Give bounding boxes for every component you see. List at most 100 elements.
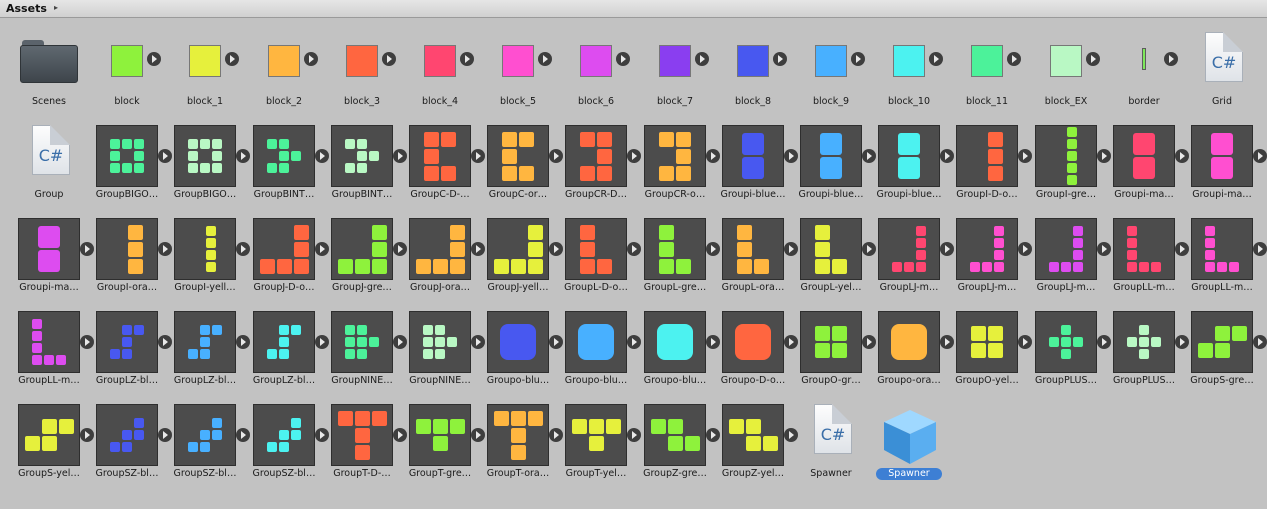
expand-play-icon[interactable]: [304, 52, 318, 66]
asset-item-swatch[interactable]: block_8: [714, 30, 792, 112]
asset-item-swatch[interactable]: block_11: [948, 30, 1026, 112]
asset-item-tile[interactable]: GroupL-yel…: [792, 216, 876, 298]
expand-play-icon[interactable]: [851, 52, 865, 66]
expand-play-icon[interactable]: [538, 52, 552, 66]
asset-item-script[interactable]: C# Group: [10, 123, 88, 205]
asset-item-tile[interactable]: GroupJ-ora…: [401, 216, 485, 298]
expand-play-icon[interactable]: [1253, 335, 1267, 349]
asset-item-tile[interactable]: GroupBIGO…: [88, 123, 172, 205]
asset-item-tile[interactable]: GroupLJ-m…: [1027, 216, 1111, 298]
expand-play-icon[interactable]: [1164, 52, 1178, 66]
asset-item-tile[interactable]: GroupL-D-o…: [557, 216, 641, 298]
asset-item-tile[interactable]: GroupLL-m…: [1183, 216, 1267, 298]
expand-play-icon[interactable]: [1253, 242, 1267, 256]
asset-item-tile[interactable]: GroupLZ-bl…: [245, 309, 329, 391]
asset-item-tile[interactable]: GroupS-gre…: [1183, 309, 1267, 391]
asset-item-tile[interactable]: GroupLJ-m…: [870, 216, 954, 298]
block-cell: [279, 163, 289, 173]
asset-item-tile[interactable]: Groupi-ma…: [10, 216, 94, 298]
asset-item-tile[interactable]: Groupo-blu…: [636, 309, 720, 391]
asset-item-tile[interactable]: GroupNINE…: [323, 309, 407, 391]
asset-item-tile[interactable]: GroupC-or…: [479, 123, 563, 205]
asset-item-tile[interactable]: Groupi-blue…: [792, 123, 876, 205]
block-cell: [737, 225, 752, 240]
asset-item-swatch[interactable]: block_9: [792, 30, 870, 112]
asset-thumbnail: [174, 311, 250, 373]
asset-item-tile[interactable]: GroupI-D-o…: [948, 123, 1032, 205]
asset-item-tile[interactable]: GroupLJ-m…: [948, 216, 1032, 298]
asset-item-tile[interactable]: GroupBIGO…: [166, 123, 250, 205]
asset-item-tile[interactable]: GroupC-D-…: [401, 123, 485, 205]
asset-item-tile[interactable]: GroupJ-gre…: [323, 216, 407, 298]
asset-item-tile[interactable]: GroupCR-D…: [557, 123, 641, 205]
asset-item-tile[interactable]: GroupNINE…: [401, 309, 485, 391]
asset-item-swatch[interactable]: block_2: [245, 30, 323, 112]
asset-label: GroupL-yel…: [800, 282, 862, 293]
asset-item-tile[interactable]: GroupI-yell…: [166, 216, 250, 298]
asset-item-tile[interactable]: Groupi-ma…: [1105, 123, 1189, 205]
asset-item-tile[interactable]: GroupPLUS…: [1105, 309, 1189, 391]
expand-play-icon[interactable]: [460, 52, 474, 66]
expand-play-icon[interactable]: [1253, 149, 1267, 163]
expand-play-icon[interactable]: [773, 52, 787, 66]
asset-item-swatch[interactable]: block_3: [323, 30, 401, 112]
block-cell: [1215, 326, 1230, 341]
asset-item-tile[interactable]: GroupCR-o…: [636, 123, 720, 205]
asset-item-swatch[interactable]: block_10: [870, 30, 948, 112]
expand-play-icon[interactable]: [225, 52, 239, 66]
asset-item-tile[interactable]: GroupJ-yell…: [479, 216, 563, 298]
asset-item-tile[interactable]: GroupLZ-bl…: [166, 309, 250, 391]
asset-item-prefab[interactable]: Spawner: [870, 402, 948, 484]
asset-item-tile[interactable]: GroupT-D-…: [323, 402, 407, 484]
asset-item-tile[interactable]: GroupO-yel…: [948, 309, 1032, 391]
asset-item-tile[interactable]: Groupi-blue…: [870, 123, 954, 205]
asset-item-tile[interactable]: GroupS-yel…: [10, 402, 94, 484]
asset-item-swatch[interactable]: block_6: [557, 30, 635, 112]
expand-play-icon[interactable]: [695, 52, 709, 66]
asset-item-tile[interactable]: GroupSZ-bl…: [166, 402, 250, 484]
asset-item-script[interactable]: C# Spawner: [792, 402, 870, 484]
asset-item-border[interactable]: border: [1105, 30, 1183, 112]
asset-item-swatch[interactable]: block_4: [401, 30, 479, 112]
asset-item-tile[interactable]: GroupBINT…: [323, 123, 407, 205]
asset-item-tile[interactable]: GroupSZ-bl…: [88, 402, 172, 484]
asset-item-tile[interactable]: Groupi-ma…: [1183, 123, 1267, 205]
breadcrumb-assets[interactable]: Assets: [6, 2, 47, 15]
asset-item-tile[interactable]: GroupI-gre…: [1027, 123, 1111, 205]
expand-play-icon[interactable]: [929, 52, 943, 66]
asset-item-tile[interactable]: GroupT-gre…: [401, 402, 485, 484]
asset-item-tile[interactable]: GroupJ-D-o…: [245, 216, 329, 298]
asset-item-tile[interactable]: GroupT-yel…: [557, 402, 641, 484]
asset-item-tile[interactable]: GroupL-gre…: [636, 216, 720, 298]
asset-label: GroupLJ-m…: [879, 282, 939, 293]
asset-item-tile[interactable]: GroupPLUS…: [1027, 309, 1111, 391]
asset-item-tile[interactable]: GroupI-ora…: [88, 216, 172, 298]
asset-item-tile[interactable]: GroupZ-yel…: [714, 402, 798, 484]
expand-play-icon[interactable]: [1086, 52, 1100, 66]
expand-play-icon[interactable]: [616, 52, 630, 66]
asset-item-tile[interactable]: Groupo-blu…: [479, 309, 563, 391]
asset-item-tile[interactable]: GroupL-ora…: [714, 216, 798, 298]
asset-item-tile[interactable]: GroupLL-m…: [10, 309, 94, 391]
asset-item-script[interactable]: C# Grid: [1183, 30, 1261, 112]
asset-item-tile[interactable]: GroupZ-gre…: [636, 402, 720, 484]
asset-item-tile[interactable]: GroupBINT…: [245, 123, 329, 205]
expand-play-icon[interactable]: [147, 52, 161, 66]
expand-play-icon[interactable]: [1007, 52, 1021, 66]
asset-item-tile[interactable]: GroupLL-m…: [1105, 216, 1189, 298]
asset-item-tile[interactable]: Groupo-ora…: [870, 309, 954, 391]
expand-play-icon[interactable]: [382, 52, 396, 66]
asset-item-tile[interactable]: GroupSZ-bl…: [245, 402, 329, 484]
asset-item-tile[interactable]: Groupi-blue…: [714, 123, 798, 205]
asset-item-swatch[interactable]: block_EX: [1027, 30, 1105, 112]
asset-item-tile[interactable]: GroupT-ora…: [479, 402, 563, 484]
asset-item-tile[interactable]: GroupLZ-bl…: [88, 309, 172, 391]
asset-item-tile[interactable]: GroupO-gr…: [792, 309, 876, 391]
asset-item-tile[interactable]: Groupo-D-o…: [714, 309, 798, 391]
asset-item-tile[interactable]: Groupo-blu…: [557, 309, 641, 391]
asset-item-folder[interactable]: Scenes: [10, 30, 88, 112]
asset-item-swatch[interactable]: block_7: [636, 30, 714, 112]
asset-item-swatch[interactable]: block: [88, 30, 166, 112]
asset-item-swatch[interactable]: block_1: [166, 30, 244, 112]
asset-item-swatch[interactable]: block_5: [479, 30, 557, 112]
